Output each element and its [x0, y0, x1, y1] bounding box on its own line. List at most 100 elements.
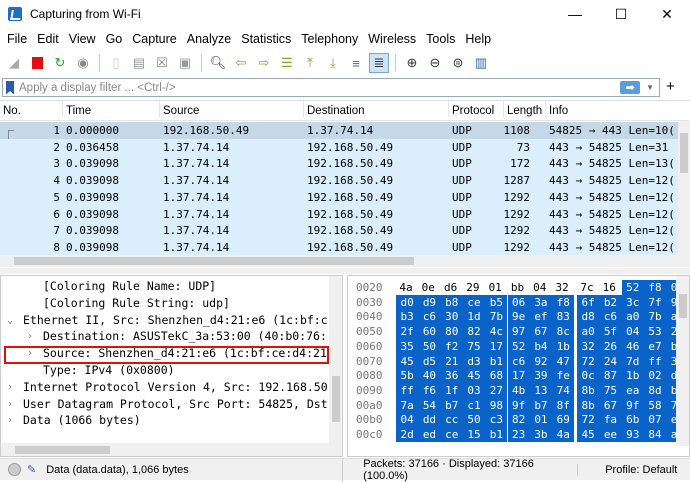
hex-byte[interactable]: d8 [577, 309, 600, 325]
hex-byte[interactable]: 7b [643, 309, 667, 325]
hex-byte[interactable]: 97 [507, 324, 530, 340]
packet-row[interactable]: 1 0.000000 192.168.50.49 1.37.74.14 UDP 1108 5… [0, 122, 678, 139]
details-vertical-scrollbar[interactable] [329, 276, 342, 444]
packet-list-vertical-scrollbar[interactable] [678, 121, 690, 257]
hex-byte[interactable]: 67 [529, 324, 553, 340]
hex-byte[interactable]: ef [529, 309, 553, 325]
go-to-packet-icon[interactable]: ☰ [277, 53, 297, 73]
detail-row[interactable]: ⌄ Ethernet II, Src: Shenzhen_d4:21:e6 (1c… [1, 312, 331, 329]
menu-capture[interactable]: Capture [127, 32, 181, 46]
colorize-icon[interactable]: ≣ [369, 53, 389, 73]
capture-status-icon[interactable] [8, 463, 21, 476]
hex-byte[interactable]: 54 [418, 397, 441, 413]
hex-byte[interactable]: 15 [462, 427, 486, 442]
expert-info-icon[interactable]: ✎ [27, 463, 36, 476]
hex-byte[interactable]: 7a [396, 397, 419, 413]
hex-byte[interactable]: 24 [599, 353, 622, 369]
hex-byte[interactable]: ea [621, 382, 644, 398]
close-file-icon[interactable]: ☒ [152, 53, 172, 73]
hex-byte[interactable]: 5f [599, 324, 622, 340]
zoom-out-icon[interactable]: ⊖ [425, 53, 445, 73]
hex-byte[interactable]: fe [552, 368, 575, 384]
menu-tools[interactable]: Tools [421, 32, 460, 46]
hex-byte[interactable]: 4c [485, 324, 508, 340]
hex-byte[interactable]: 60 [418, 324, 441, 340]
expand-arrow-icon[interactable]: › [7, 412, 13, 429]
hex-byte[interactable]: 3b [529, 427, 553, 442]
detail-row[interactable]: Type: IPv4 (0x0800) [1, 362, 331, 379]
hex-byte[interactable]: 0c [577, 368, 600, 384]
find-packet-icon[interactable]: 🔍︎ [208, 53, 228, 73]
column-header-info[interactable]: Info [545, 101, 568, 117]
hex-byte[interactable]: 7c [577, 280, 597, 295]
detail-row[interactable]: › User Datagram Protocol, Src Port: 54825… [1, 396, 331, 413]
packet-row[interactable]: 4 0.039098 1.37.74.14 192.168.50.49 UDP 1287 4… [0, 172, 678, 190]
hex-byte[interactable]: ee [599, 427, 622, 442]
hex-byte[interactable]: 4a [552, 427, 575, 442]
hex-byte[interactable]: a0 [577, 324, 600, 340]
hex-byte[interactable]: b8 [440, 294, 463, 310]
hex-byte[interactable]: 7f [643, 294, 667, 310]
hex-byte[interactable]: 75 [462, 338, 486, 354]
hex-byte[interactable]: c3 [485, 412, 508, 428]
hex-byte[interactable]: 50 [418, 338, 441, 354]
expand-arrow-icon[interactable]: › [27, 328, 33, 345]
menu-view[interactable]: View [64, 32, 101, 46]
packet-row[interactable]: 2 0.036458 1.37.74.14 192.168.50.49 UDP 73 443… [0, 138, 678, 156]
hex-byte[interactable]: 03 [462, 382, 486, 398]
resize-columns-icon[interactable]: ▥ [471, 53, 491, 73]
hex-byte[interactable]: 4a [396, 280, 416, 295]
details-horizontal-scrollbar[interactable] [1, 443, 342, 456]
hex-byte[interactable]: 04 [621, 324, 644, 340]
hex-byte[interactable]: c1 [462, 397, 486, 413]
hex-byte[interactable]: 46 [621, 338, 644, 354]
hex-byte[interactable]: f8 [552, 294, 575, 310]
hex-byte[interactable]: d5 [418, 353, 441, 369]
hex-byte[interactable]: 98 [485, 397, 508, 413]
hex-byte[interactable]: 6f [577, 294, 600, 310]
save-file-icon[interactable]: ▤ [129, 53, 149, 73]
hex-byte[interactable]: 74 [552, 382, 575, 398]
hex-byte[interactable]: 9f [621, 397, 644, 413]
hex-byte[interactable]: 04 [396, 412, 419, 428]
hex-byte[interactable]: 13 [529, 382, 553, 398]
minimize-button[interactable]: — [552, 0, 598, 28]
hex-byte[interactable]: 21 [440, 353, 463, 369]
hex-byte[interactable]: 17 [507, 368, 530, 384]
hex-byte[interactable]: 27 [485, 382, 508, 398]
hex-byte[interactable]: 17 [485, 338, 508, 354]
hex-byte[interactable]: 93 [621, 427, 644, 442]
hex-byte[interactable]: 9f [507, 397, 530, 413]
pane-splitter[interactable] [0, 268, 690, 274]
hex-byte[interactable]: bb [508, 280, 528, 295]
hex-byte[interactable]: 4b [507, 382, 530, 398]
hex-byte[interactable]: 2d [396, 427, 419, 442]
expand-arrow-icon[interactable]: › [7, 396, 13, 413]
packet-row[interactable]: 8 0.039098 1.37.74.14 192.168.50.49 UDP 1292 4… [0, 238, 678, 256]
hex-byte[interactable]: 39 [529, 368, 553, 384]
detail-row[interactable]: › Internet Protocol Version 4, Src: 192.1… [1, 379, 331, 396]
hex-byte[interactable]: 0e [418, 280, 438, 295]
hex-byte[interactable]: ce [440, 427, 463, 442]
restart-capture-icon[interactable]: ↻ [50, 53, 70, 73]
column-header-destination[interactable]: Destination [303, 101, 365, 117]
hex-byte[interactable]: c6 [599, 309, 622, 325]
start-capture-icon[interactable]: ◢ [4, 53, 24, 73]
column-header-time[interactable]: Time [62, 101, 91, 117]
hex-byte[interactable]: 26 [599, 338, 622, 354]
menu-edit[interactable]: Edit [32, 32, 64, 46]
hex-byte[interactable]: 35 [396, 338, 419, 354]
hex-byte[interactable]: 67 [599, 397, 622, 413]
hex-byte[interactable]: ff [643, 353, 667, 369]
hex-byte[interactable]: 82 [462, 324, 486, 340]
hex-byte[interactable]: ff [396, 382, 419, 398]
last-packet-icon[interactable]: ⤓ [323, 53, 343, 73]
hex-byte[interactable]: 2f [396, 324, 419, 340]
hex-byte[interactable]: 84 [643, 427, 667, 442]
filter-history-dropdown[interactable]: ▼ [646, 83, 654, 92]
hex-byte[interactable]: 8c [552, 324, 575, 340]
hex-byte[interactable]: 45 [577, 427, 600, 442]
hex-byte[interactable]: c6 [507, 353, 530, 369]
column-header-protocol[interactable]: Protocol [448, 101, 494, 117]
hex-byte[interactable]: 32 [577, 338, 600, 354]
